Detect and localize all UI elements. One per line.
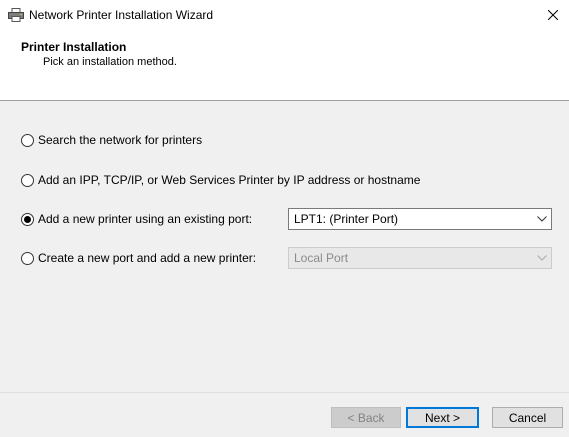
radio-create-port[interactable]: [21, 251, 34, 265]
chevron-down-icon[interactable]: [533, 209, 551, 229]
next-button[interactable]: Next >: [406, 407, 479, 428]
existing-port-value: LPT1: (Printer Port): [294, 212, 399, 226]
option-label: Create a new port and add a new printer:: [38, 251, 257, 265]
window-title: Network Printer Installation Wizard: [29, 8, 214, 22]
wizard-window: Network Printer Installation Wizard Prin…: [0, 0, 569, 437]
footer-divider: [0, 392, 569, 393]
back-button[interactable]: < Back: [331, 407, 401, 428]
option-label: Search the network for printers: [38, 133, 203, 147]
printer-icon: [8, 8, 24, 22]
option-add-by-ip[interactable]: Add an IPP, TCP/IP, or Web Services Prin…: [21, 172, 420, 188]
option-label: Add an IPP, TCP/IP, or Web Services Prin…: [38, 173, 421, 187]
close-button[interactable]: [537, 0, 569, 30]
option-label: Add a new printer using an existing port…: [38, 212, 253, 226]
wizard-header: Printer Installation Pick an installatio…: [0, 30, 569, 101]
radio-existing-port[interactable]: [21, 212, 34, 226]
cancel-button[interactable]: Cancel: [492, 407, 563, 428]
page-title: Printer Installation: [21, 40, 127, 54]
option-search-network[interactable]: Search the network for printers: [21, 132, 202, 148]
close-icon: [548, 10, 558, 20]
radio-search-network[interactable]: [21, 133, 34, 147]
new-port-dropdown[interactable]: Local Port: [288, 247, 552, 269]
radio-add-by-ip[interactable]: [21, 173, 34, 187]
title-bar: Network Printer Installation Wizard: [0, 0, 569, 30]
existing-port-dropdown[interactable]: LPT1: (Printer Port): [288, 208, 552, 230]
chevron-down-icon[interactable]: [533, 248, 551, 268]
option-create-port[interactable]: Create a new port and add a new printer:: [21, 250, 256, 266]
page-subtitle: Pick an installation method.: [43, 56, 177, 68]
new-port-value: Local Port: [294, 251, 349, 265]
option-existing-port[interactable]: Add a new printer using an existing port…: [21, 211, 252, 227]
